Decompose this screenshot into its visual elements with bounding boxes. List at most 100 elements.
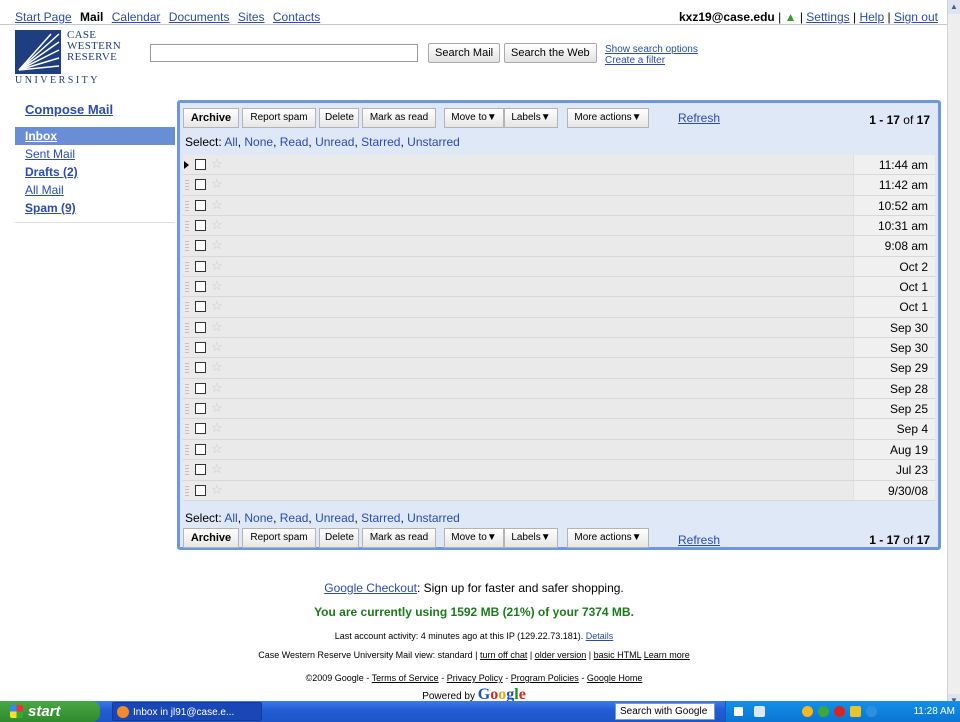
drag-handle-icon[interactable] bbox=[185, 382, 189, 395]
mark-as-read-button[interactable]: Mark as read bbox=[362, 108, 436, 128]
table-row[interactable]: ☆ Oct 1 bbox=[183, 297, 935, 318]
row-checkbox[interactable] bbox=[195, 199, 206, 211]
tray-app-icon[interactable] bbox=[802, 706, 813, 717]
nav-calendar[interactable]: Calendar bbox=[112, 10, 161, 24]
activity-details-link[interactable]: Details bbox=[586, 631, 614, 641]
row-checkbox[interactable] bbox=[195, 281, 206, 293]
star-icon[interactable]: ☆ bbox=[211, 298, 223, 314]
table-row[interactable]: ☆ 11:44 am bbox=[183, 155, 935, 176]
select-starred-link[interactable]: Starred bbox=[361, 135, 400, 149]
sidebar-item-drafts[interactable]: Drafts (2) bbox=[15, 163, 175, 181]
start-button[interactable]: start bbox=[0, 701, 100, 722]
scroll-up-icon[interactable]: ▲ bbox=[948, 0, 960, 14]
row-checkbox[interactable] bbox=[195, 382, 206, 394]
drag-handle-icon[interactable] bbox=[185, 423, 189, 436]
table-row[interactable]: ☆ Oct 1 bbox=[183, 277, 935, 298]
table-row[interactable]: ☆ 11:42 am bbox=[183, 175, 935, 196]
table-row[interactable]: ☆ 10:31 am bbox=[183, 216, 935, 237]
row-checkbox[interactable] bbox=[195, 260, 206, 272]
labels-dropdown[interactable]: Labels▼ bbox=[504, 528, 558, 548]
search-input[interactable] bbox=[150, 44, 418, 62]
show-search-options-link[interactable]: Show search options bbox=[605, 44, 698, 55]
row-checkbox[interactable] bbox=[195, 464, 206, 476]
nav-documents[interactable]: Documents bbox=[169, 10, 230, 24]
table-row[interactable]: ☆ Aug 19 bbox=[183, 439, 935, 461]
row-checkbox[interactable] bbox=[195, 423, 206, 435]
row-checkbox[interactable] bbox=[195, 362, 206, 374]
row-checkbox[interactable] bbox=[195, 443, 206, 455]
select-none-link[interactable]: None bbox=[244, 135, 273, 149]
google-checkout-link[interactable]: Google Checkout bbox=[324, 581, 417, 595]
star-icon[interactable]: ☆ bbox=[211, 420, 223, 436]
drag-handle-icon[interactable] bbox=[185, 220, 189, 233]
star-icon[interactable]: ☆ bbox=[211, 339, 223, 355]
sidebar-item-sent[interactable]: Sent Mail bbox=[15, 145, 175, 163]
university-logo[interactable]: CASE WESTERN RESERVE UNIVERSITY bbox=[15, 30, 135, 88]
star-icon[interactable]: ☆ bbox=[211, 237, 223, 253]
row-checkbox[interactable] bbox=[195, 220, 206, 232]
star-icon[interactable]: ☆ bbox=[211, 461, 223, 477]
row-checkbox[interactable] bbox=[195, 159, 206, 170]
table-row[interactable]: ☆ 10:52 am bbox=[183, 195, 935, 217]
select-read-link[interactable]: Read bbox=[280, 511, 309, 525]
delete-button[interactable]: Delete bbox=[319, 108, 359, 128]
star-icon[interactable]: ☆ bbox=[211, 156, 223, 172]
archive-button[interactable]: Archive bbox=[183, 528, 239, 548]
table-row[interactable]: ☆ Sep 30 bbox=[183, 338, 935, 359]
drag-handle-icon[interactable] bbox=[185, 484, 189, 497]
table-row[interactable]: ☆ Jul 23 bbox=[183, 460, 935, 481]
terms-link[interactable]: Terms of Service bbox=[372, 673, 439, 683]
report-spam-button[interactable]: Report spam bbox=[242, 528, 316, 548]
row-checkbox[interactable] bbox=[195, 240, 206, 252]
drag-handle-icon[interactable] bbox=[185, 342, 189, 355]
row-checkbox[interactable] bbox=[195, 403, 206, 415]
select-unstarred-link[interactable]: Unstarred bbox=[407, 511, 460, 525]
select-none-link[interactable]: None bbox=[244, 511, 273, 525]
star-icon[interactable]: ☆ bbox=[211, 258, 223, 274]
taskbar-search-box[interactable]: Search with Google bbox=[615, 703, 715, 720]
tray-app-icon[interactable] bbox=[834, 706, 845, 717]
more-actions-dropdown[interactable]: More actions▼ bbox=[567, 528, 649, 548]
basic-html-link[interactable]: basic HTML bbox=[594, 650, 642, 660]
move-to-dropdown[interactable]: Move to▼ bbox=[444, 528, 504, 548]
row-checkbox[interactable] bbox=[195, 321, 206, 333]
settings-link[interactable]: Settings bbox=[806, 10, 849, 24]
refresh-link[interactable]: Refresh bbox=[678, 533, 720, 547]
drag-handle-icon[interactable] bbox=[185, 464, 189, 477]
mark-as-read-button[interactable]: Mark as read bbox=[362, 528, 436, 548]
select-unread-link[interactable]: Unread bbox=[315, 511, 354, 525]
drag-handle-icon[interactable] bbox=[185, 179, 189, 192]
star-icon[interactable]: ☆ bbox=[211, 319, 223, 335]
tray-app-icon[interactable] bbox=[818, 706, 829, 717]
table-row[interactable]: ☆ 9:08 am bbox=[183, 236, 935, 257]
nav-start-page[interactable]: Start Page bbox=[15, 10, 72, 24]
archive-button[interactable]: Archive bbox=[183, 108, 239, 128]
select-all-link[interactable]: All bbox=[224, 135, 237, 149]
delete-button[interactable]: Delete bbox=[319, 528, 359, 548]
tray-app-icon[interactable] bbox=[866, 706, 877, 717]
sidebar-item-all-mail[interactable]: All Mail bbox=[15, 181, 175, 199]
labels-dropdown[interactable]: Labels▼ bbox=[504, 108, 558, 128]
sign-out-link[interactable]: Sign out bbox=[894, 10, 938, 24]
shield-icon[interactable] bbox=[850, 706, 861, 717]
row-checkbox[interactable] bbox=[195, 484, 206, 496]
row-checkbox[interactable] bbox=[195, 342, 206, 354]
drag-handle-icon[interactable] bbox=[185, 281, 189, 294]
star-icon[interactable]: ☆ bbox=[211, 482, 223, 498]
table-row[interactable]: ☆ Sep 30 bbox=[183, 317, 935, 339]
drag-handle-icon[interactable] bbox=[185, 301, 189, 314]
table-row[interactable]: ☆ Sep 4 bbox=[183, 419, 935, 440]
nav-mail[interactable]: Mail bbox=[80, 10, 103, 24]
select-read-link[interactable]: Read bbox=[280, 135, 309, 149]
drag-handle-icon[interactable] bbox=[185, 240, 189, 253]
sidebar-item-spam[interactable]: Spam (9) bbox=[15, 199, 175, 217]
star-icon[interactable]: ☆ bbox=[211, 278, 223, 294]
create-filter-link[interactable]: Create a filter bbox=[605, 55, 665, 66]
table-row[interactable]: ☆ Sep 29 bbox=[183, 358, 935, 379]
privacy-link[interactable]: Privacy Policy bbox=[447, 673, 503, 683]
table-row[interactable]: ☆ Sep 28 bbox=[183, 378, 935, 400]
drag-handle-icon[interactable] bbox=[185, 199, 189, 212]
search-mail-button[interactable]: Search Mail bbox=[428, 43, 501, 63]
select-starred-link[interactable]: Starred bbox=[361, 511, 400, 525]
tray-square-icon[interactable] bbox=[734, 707, 743, 716]
